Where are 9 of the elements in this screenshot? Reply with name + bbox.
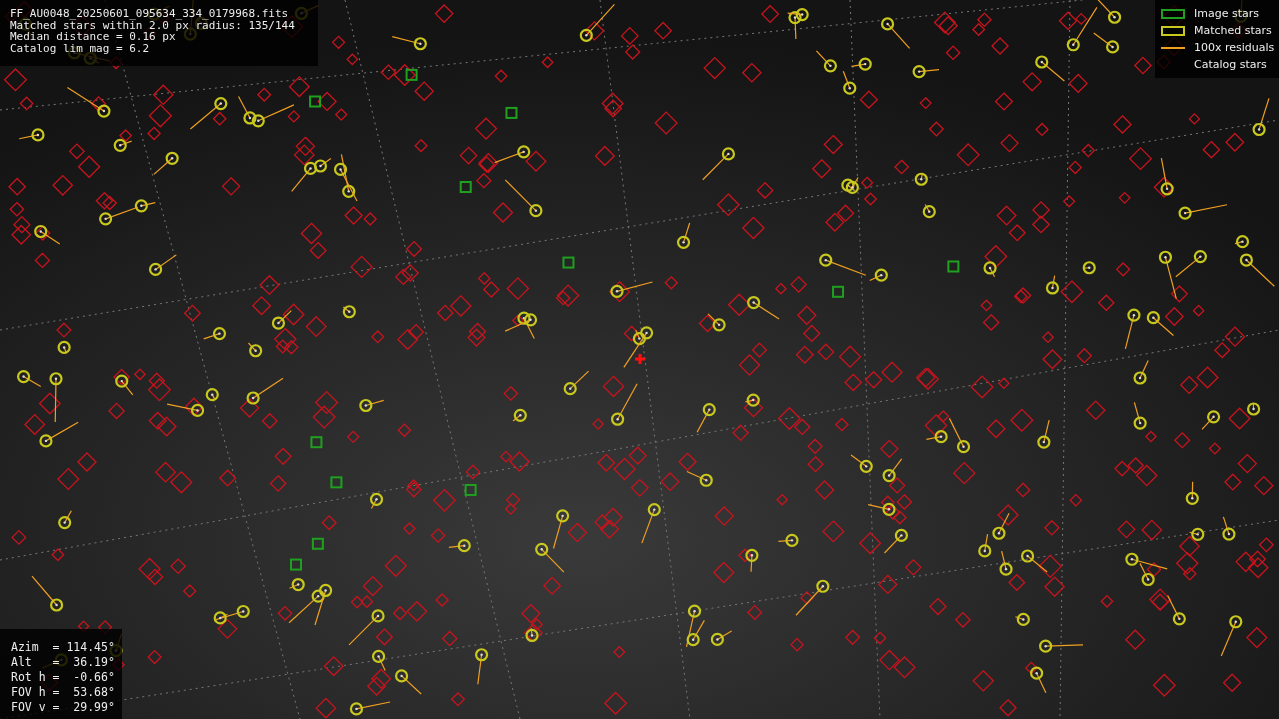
info-line: Catalog lim mag = 6.2 [10,42,151,54]
center-cross-icon [633,352,647,366]
info-line: Median distance = 0.16 px [10,31,176,43]
info-line: Matched stars within 2.0 px radius: 135/144 [10,19,296,31]
legend-label: Matched stars [1194,23,1272,39]
legend-label: Image stars [1194,6,1259,22]
legend-label: Catalog stars [1194,57,1267,73]
info-line: FF_AU0048_20250601_095634_334_0179968.fits [10,8,290,20]
legend-label: 100x residuals [1194,40,1275,56]
